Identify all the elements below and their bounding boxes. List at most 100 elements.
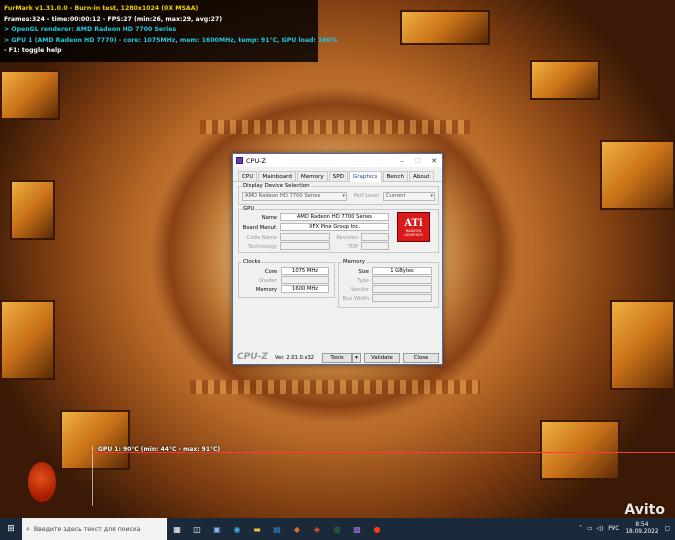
notifications-icon[interactable]: ▢ (665, 526, 670, 532)
cpuz-taskbar-icon[interactable]: ▩ (347, 518, 367, 540)
maximize-icon[interactable]: ☐ (410, 154, 426, 167)
app-icon-2[interactable]: ▣ (207, 518, 227, 540)
minimize-icon[interactable]: – (394, 154, 410, 167)
tools-button-label: Tools (330, 355, 344, 361)
clock-time: 8:54 (635, 522, 649, 528)
osd-gpu-info: > GPU 1 (AMD Radeon HD 7770) - core: 107… (4, 36, 338, 44)
window-title: CPU-Z (246, 156, 267, 165)
tdp-label: TDP (347, 244, 358, 250)
perf-level-label: Perf Level (353, 193, 379, 199)
graph-axis (92, 446, 93, 506)
tab-cpu[interactable]: CPU (238, 171, 258, 181)
bg-cube (10, 180, 55, 240)
device-select[interactable]: AMD Radeon HD 7700 Series ▾ (242, 192, 347, 201)
perf-level-select[interactable]: Current ▾ (383, 192, 435, 201)
tab-memory[interactable]: Memory (296, 171, 328, 181)
clocks-group-label: Clocks (242, 259, 262, 265)
tab-bench[interactable]: Bench (382, 171, 409, 181)
technology-label: Technology (247, 244, 277, 250)
cpuz-window[interactable]: CPU-Z – ☐ ✕ CPU Mainboard Memory SPD Gra… (232, 153, 443, 365)
chevron-down-icon: ▾ (342, 193, 345, 199)
bg-cube (600, 140, 675, 210)
gpu-name-field: AMD Radeon HD 7700 Series (280, 213, 389, 221)
board-manuf-label: Board Manuf. (242, 225, 277, 231)
tab-about[interactable]: About (409, 171, 434, 181)
bg-cube (530, 60, 600, 100)
bus-width-field (372, 294, 432, 302)
cpuz-footer-logo: CPU-Z (237, 352, 268, 362)
revision-label: Revision (336, 235, 358, 241)
bus-width-label: Bus Width (342, 296, 369, 302)
ati-radeon-logo: ATi RADEON GRAPHICS (397, 212, 430, 242)
volume-icon[interactable]: ◁) (597, 526, 604, 532)
temperature-graph-label: GPU 1: 90°C (min: 44°C - max: 91°C) (98, 446, 221, 453)
bg-cube (540, 420, 620, 480)
tools-button[interactable]: Tools (322, 353, 352, 363)
file-explorer-icon[interactable]: ▬ (247, 518, 267, 540)
code-name-label: Code Name (246, 235, 277, 241)
network-icon[interactable]: ▭ (587, 526, 592, 532)
search-placeholder: Введите здесь текст для поиска (33, 525, 141, 533)
taskbar-search[interactable]: ⌕ Введите здесь текст для поиска (22, 518, 167, 540)
furmark-taskbar-icon[interactable]: ● (367, 518, 387, 540)
tools-dropdown-button[interactable]: ▾ (352, 353, 361, 363)
ati-logo-text: ATi (404, 217, 423, 229)
taskbar: ⊞ ⌕ Введите здесь текст для поиска ▦ ◫ ▣… (0, 518, 675, 540)
clock-date: 18.09.2022 (625, 529, 659, 535)
bg-cube (0, 300, 55, 380)
memory-size-field: 1 GBytes (372, 267, 432, 275)
version-label: Ver. 2.01.0.x32 (275, 355, 315, 361)
core-clock-field: 1075 MHz (281, 267, 329, 275)
osd-renderer: > OpenGL renderer: AMD Radeon HD 7700 Se… (4, 26, 177, 33)
size-label: Size (358, 269, 369, 275)
tab-bar: CPU Mainboard Memory SPD Graphics Bench … (233, 167, 442, 182)
edge-icon[interactable]: ◉ (227, 518, 247, 540)
bg-cube (0, 70, 60, 120)
board-manuf-field: XFX Pine Group Inc. (280, 223, 389, 231)
task-view-icon[interactable]: ◫ (187, 518, 207, 540)
bg-cube (400, 10, 490, 45)
tray-chevron-icon[interactable]: ˄ (579, 526, 582, 532)
osd-help: - F1: toggle help (4, 47, 62, 54)
revision-field (361, 233, 389, 241)
clock[interactable]: 8:54 18.09.2022 (625, 522, 658, 536)
tab-mainboard[interactable]: Mainboard (258, 171, 296, 181)
close-button[interactable]: Close (403, 353, 439, 363)
chrome-icon[interactable]: ◎ (327, 518, 347, 540)
title-bar[interactable]: CPU-Z – ☐ ✕ (233, 154, 442, 167)
type-label: Type (357, 278, 369, 284)
name-label: Name (261, 215, 277, 221)
app-icon-3[interactable]: ◆ (287, 518, 307, 540)
close-icon[interactable]: ✕ (426, 154, 442, 167)
memory-vendor-field (372, 285, 432, 293)
memory-type-field (372, 276, 432, 284)
bg-cube (610, 300, 675, 390)
tab-spd[interactable]: SPD (328, 171, 348, 181)
chevron-down-icon: ▾ (430, 193, 433, 199)
fur-texture (190, 380, 480, 394)
core-label: Core (264, 269, 277, 275)
validate-button[interactable]: Validate (364, 353, 400, 363)
search-icon: ⌕ (26, 524, 30, 533)
app-icon-4[interactable]: ◈ (307, 518, 327, 540)
perf-level-value: Current (386, 193, 406, 199)
gpu-group-label: GPU (242, 206, 256, 212)
technology-field (280, 242, 330, 250)
osd-frames: Frames:324 - time:00:00:12 - FPS:27 (min… (4, 15, 223, 23)
device-select-value: AMD Radeon HD 7700 Series (245, 193, 321, 199)
windows-start-icon[interactable]: ⊞ (0, 518, 22, 540)
osd-title: FurMark v1.31.0.0 - Burn-in test, 1280x1… (4, 5, 199, 12)
memory-clock-field: 1600 MHz (281, 285, 329, 293)
tdp-field (361, 242, 389, 250)
memory-group-label: Memory (342, 259, 366, 265)
cpuz-app-icon (236, 157, 243, 164)
ati-logo-sub2: GRAPHICS (404, 232, 423, 237)
language-indicator[interactable]: РУС (608, 526, 619, 532)
chevron-down-icon: ▾ (355, 355, 358, 361)
tab-graphics[interactable]: Graphics (348, 171, 382, 182)
app-icon-1[interactable]: ▦ (167, 518, 187, 540)
shader-label: Shader (258, 278, 277, 284)
code-name-field (280, 233, 330, 241)
store-icon[interactable]: ▤ (267, 518, 287, 540)
bg-cube (60, 410, 130, 470)
